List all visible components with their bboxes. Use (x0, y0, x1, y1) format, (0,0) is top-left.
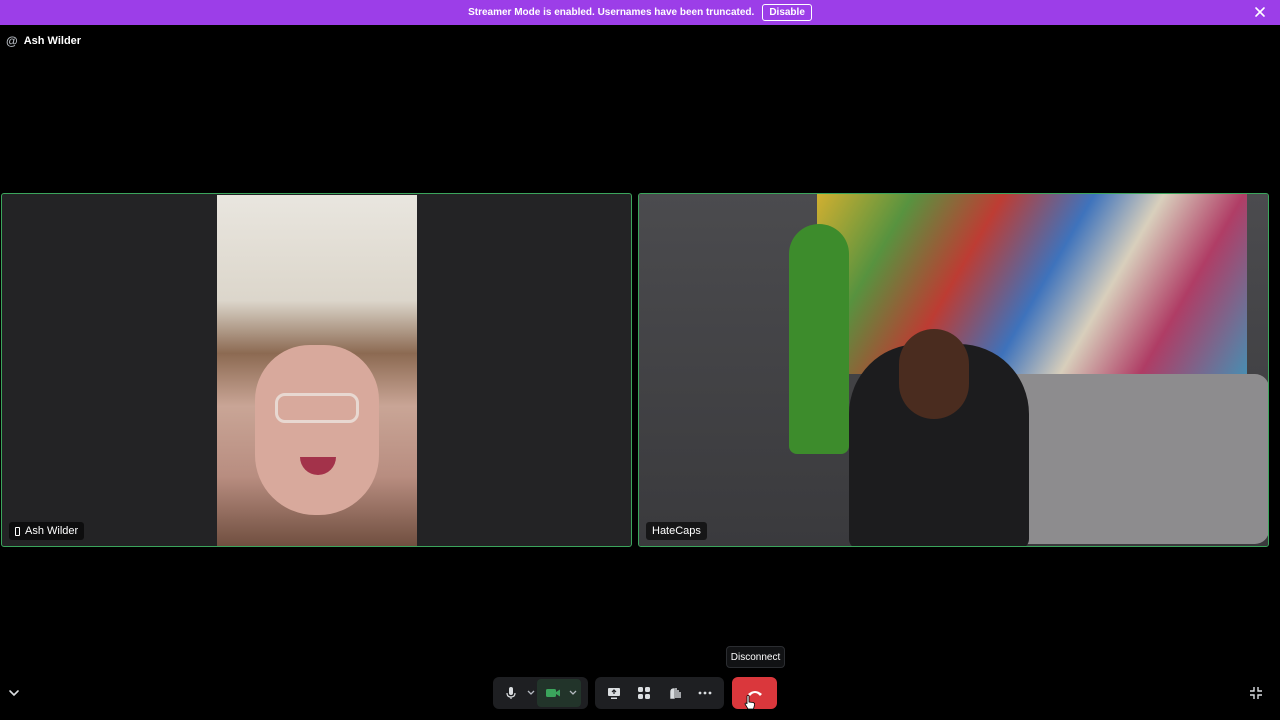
camera-button[interactable] (539, 679, 567, 707)
screen-share-icon (608, 687, 621, 699)
video-camera-icon (546, 689, 560, 697)
participant-name: HateCaps (652, 525, 701, 537)
activities-icon (638, 687, 651, 699)
participant-name-chip: Ash Wilder (9, 522, 85, 540)
participant-name-chip: HateCaps (646, 522, 707, 540)
soundboard-icon (669, 688, 681, 699)
glasses (275, 393, 359, 423)
microphone-options-button[interactable] (525, 679, 537, 707)
participant-tile-hatecaps[interactable]: HateCaps (638, 193, 1269, 547)
chevron-down-icon (569, 690, 577, 695)
call-actions (595, 677, 724, 709)
participant-video (639, 194, 1268, 546)
more-options-button[interactable] (691, 679, 719, 707)
microphone-button[interactable] (497, 679, 525, 707)
exit-fullscreen-icon[interactable] (1249, 686, 1263, 700)
disconnect-tooltip: Disconnect (726, 646, 785, 668)
streamer-mode-banner: Streamer Mode is enabled. Usernames have… (0, 0, 1280, 25)
call-title: Ash Wilder (23, 35, 82, 47)
participant-video (217, 195, 417, 546)
camera-control (537, 679, 581, 707)
christmas-tree (789, 224, 849, 454)
microphone-icon (506, 687, 516, 699)
chevron-down-icon[interactable] (7, 687, 21, 699)
streamer-mode-message: Streamer Mode is enabled. Usernames have… (468, 7, 755, 18)
participant-tile-ash-wilder[interactable]: Ash Wilder (1, 193, 632, 547)
chevron-down-icon (527, 690, 535, 695)
hand-cursor-icon (744, 695, 755, 710)
activities-button[interactable] (630, 679, 658, 707)
participant-name: Ash Wilder (25, 525, 79, 537)
call-header: @ Ash Wilder (6, 34, 81, 48)
screen-share-button[interactable] (600, 679, 628, 707)
more-icon (698, 691, 712, 695)
camera-options-button[interactable] (567, 679, 579, 707)
wall-mural (817, 194, 1247, 374)
audio-video-controls (493, 677, 588, 709)
participant-head (899, 329, 969, 419)
close-icon[interactable] (1254, 6, 1266, 18)
disable-streamer-mode-button[interactable]: Disable (762, 4, 812, 21)
participant-face (255, 345, 379, 515)
dm-at-icon: @ (6, 34, 18, 48)
mouth (300, 457, 336, 475)
soundboard-button[interactable] (661, 679, 689, 707)
mobile-icon (15, 526, 20, 536)
